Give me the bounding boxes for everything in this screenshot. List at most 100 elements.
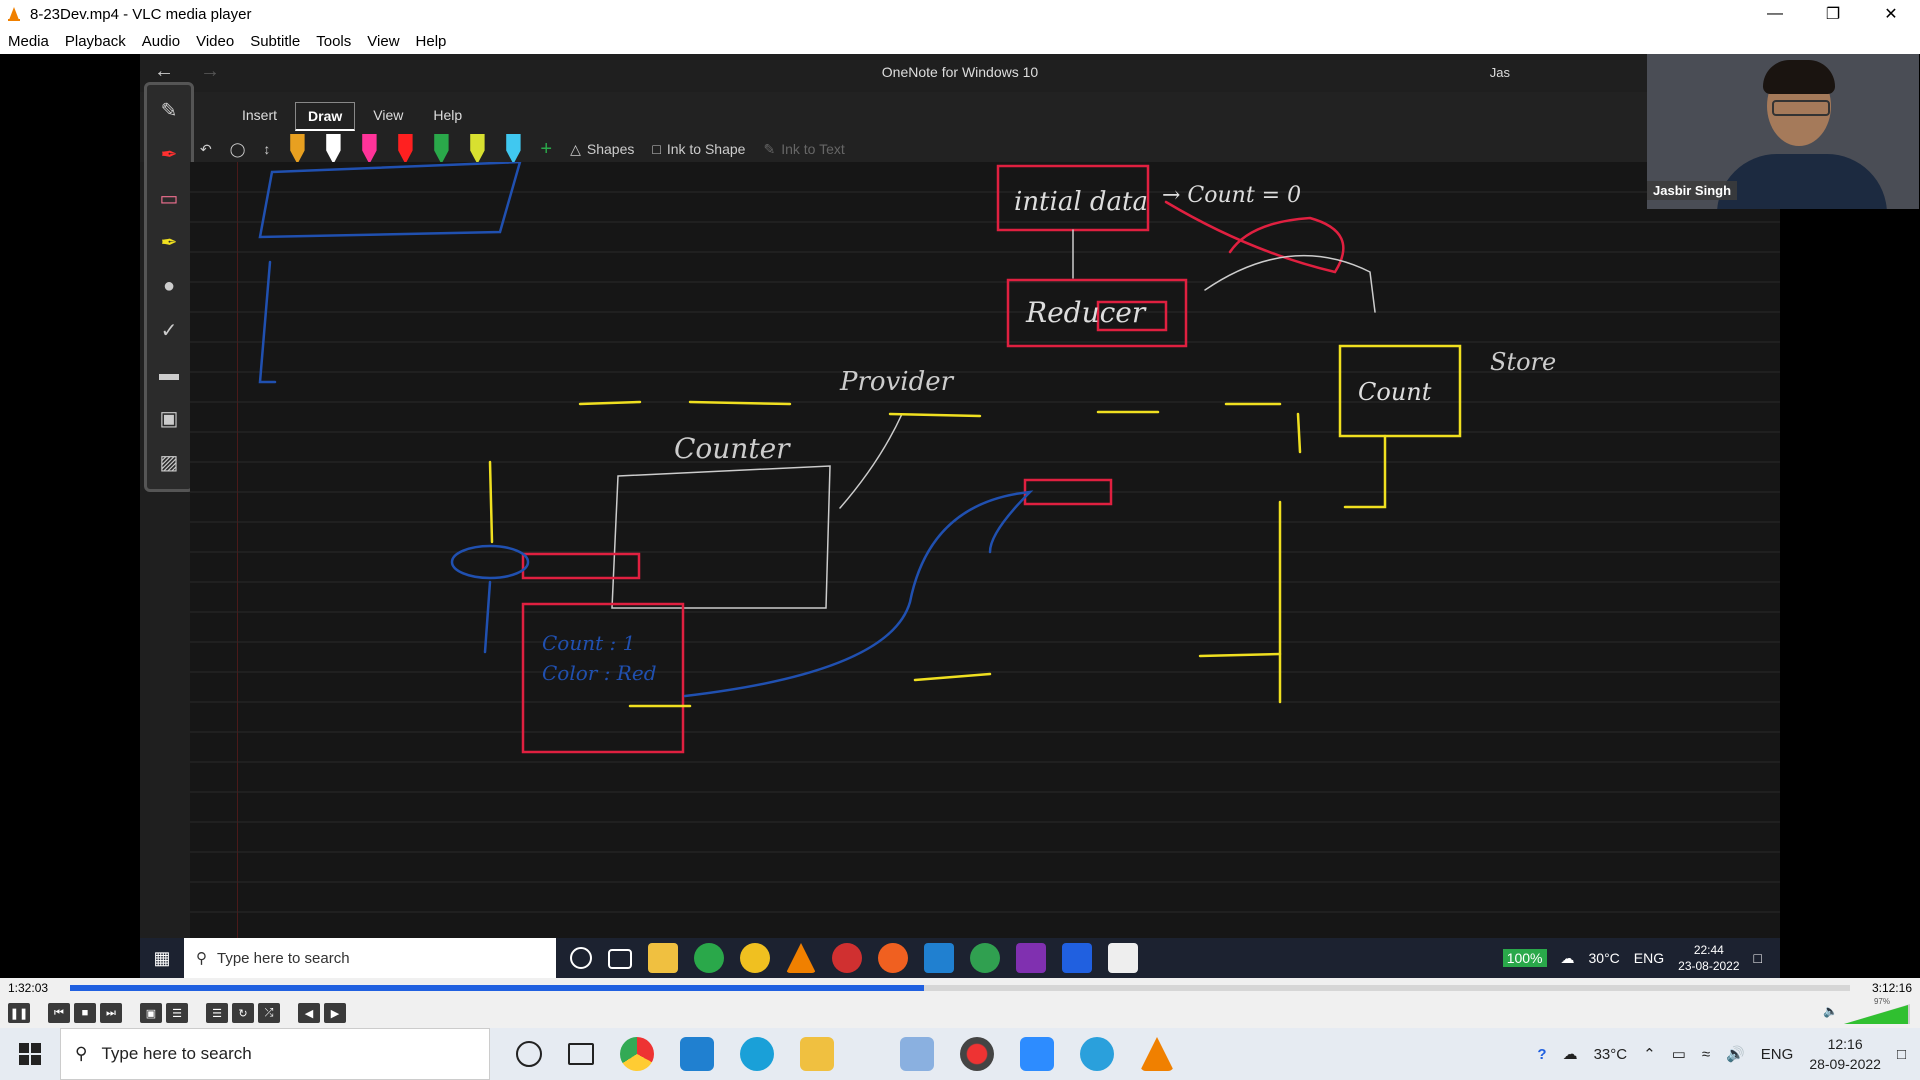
chrome-icon[interactable] — [620, 1037, 654, 1071]
menu-subtitle[interactable]: Subtitle — [242, 33, 308, 50]
presenter-name: Jasbir Singh — [1647, 181, 1738, 200]
file-explorer-icon[interactable] — [800, 1037, 834, 1071]
recorded-temp: 30°C — [1588, 950, 1620, 966]
previous-button[interactable]: ⏮ — [48, 1003, 70, 1023]
menu-media[interactable]: Media — [0, 33, 57, 50]
vlc-title-bar: 8-23Dev.mp4 - VLC media player — ❐ ✕ — [0, 0, 1920, 28]
cortana-icon[interactable] — [516, 1041, 542, 1067]
undo-icon: ↶ — [200, 140, 212, 157]
clock-time: 12:16 — [1827, 1036, 1863, 1052]
volume-icon[interactable]: 🔊 — [1726, 1045, 1745, 1063]
recorded-app-green-icon — [970, 943, 1000, 973]
menu-tools[interactable]: Tools — [308, 33, 359, 50]
recorded-windows-start-icon: ▦ — [153, 947, 171, 968]
canvas-label-store: Store — [1490, 348, 1556, 376]
record-icon[interactable] — [960, 1037, 994, 1071]
close-button[interactable]: ✕ — [1862, 0, 1920, 28]
tab-draw: Draw — [295, 102, 356, 131]
help-icon[interactable]: ? — [1537, 1046, 1546, 1063]
pen-toolbar: ✎ ✒ ▭ ✒ ● ✓ ▬ ▣ ▨ — [144, 82, 194, 492]
recorded-chrome-icon — [832, 943, 862, 973]
canvas-label-reducer: Reducer — [1025, 296, 1147, 329]
app-window-icon[interactable] — [900, 1037, 934, 1071]
vscode-icon[interactable] — [680, 1037, 714, 1071]
desktop-icon: ▨ — [159, 451, 179, 474]
presenter-body — [1717, 154, 1887, 209]
recorded-search-box: ⚲ Type here to search — [184, 938, 556, 978]
recorded-xbox-icon — [694, 943, 724, 973]
menu-help[interactable]: Help — [408, 33, 455, 50]
menu-playback[interactable]: Playback — [57, 33, 134, 50]
recorded-tray: 100% ☁ 30°C ENG 22:44 23-08-2022 □ — [1502, 938, 1762, 978]
canvas-label-count: Count — [1358, 378, 1432, 406]
stop-button[interactable]: ■ — [74, 1003, 96, 1023]
tab-help: Help — [433, 107, 463, 123]
playlist-button[interactable]: ☰ — [206, 1003, 228, 1023]
recorded-app-yellow-icon — [740, 943, 770, 973]
shapes-button: △ Shapes — [570, 141, 634, 158]
extended-settings-button[interactable]: ☰ — [166, 1003, 188, 1023]
lasso-icon: ◯ — [229, 140, 246, 157]
taskbar-apps — [516, 1037, 1174, 1071]
presenter-hair — [1763, 60, 1835, 94]
webcam-overlay: Jasbir Singh — [1647, 54, 1919, 209]
seek-bar[interactable] — [70, 985, 1850, 991]
language[interactable]: ENG — [1761, 1046, 1794, 1063]
recorded-battery: 100% — [1502, 949, 1547, 967]
frame-back-button[interactable]: ◀ — [298, 1003, 320, 1023]
search-icon: ⚲ — [75, 1044, 88, 1063]
menu-video[interactable]: Video — [188, 33, 242, 50]
vlc-taskbar-icon[interactable] — [1140, 1037, 1174, 1071]
pause-button[interactable]: ❚❚ — [8, 1003, 30, 1023]
onenote-window: ← → OneNote for Windows 10 Jas Insert Dr… — [140, 54, 1919, 978]
onenote-title-bar: ← → OneNote for Windows 10 Jas — [140, 54, 1780, 92]
video-frame[interactable]: ← → OneNote for Windows 10 Jas Insert Dr… — [0, 54, 1920, 978]
edge-icon[interactable] — [740, 1037, 774, 1071]
menu-view[interactable]: View — [359, 33, 407, 50]
notification-icon[interactable]: □ — [1897, 1046, 1906, 1063]
recorded-explorer-icon — [648, 943, 678, 973]
frame-forward-button[interactable]: ▶ — [324, 1003, 346, 1023]
recorded-zoom-icon — [1062, 943, 1092, 973]
pointer-icon: ● — [162, 274, 176, 297]
canvas-label-color-red: Color : Red — [542, 661, 657, 685]
recorded-whiteboard-icon — [1108, 943, 1138, 973]
recorded-postman-icon — [878, 943, 908, 973]
ink-canvas: intial data → Count = 0 Reducer Provider… — [190, 162, 1780, 942]
taskbar-search[interactable]: ⚲ Type here to search — [60, 1028, 490, 1080]
loop-button[interactable]: ↻ — [232, 1003, 254, 1023]
minimize-button[interactable]: — — [1746, 0, 1804, 28]
restore-button[interactable]: ❐ — [1804, 0, 1862, 28]
telegram-icon[interactable] — [1080, 1037, 1114, 1071]
clock-date: 28-09-2022 — [1809, 1056, 1881, 1072]
pen-red-icon — [398, 134, 413, 164]
canvas-label-initial-data: intial data — [1014, 187, 1148, 217]
recorded-weather-icon: ☁ — [1560, 949, 1575, 966]
fullscreen-button[interactable]: ▣ — [140, 1003, 162, 1023]
tab-view: View — [373, 107, 404, 123]
task-view-icon[interactable] — [568, 1043, 594, 1065]
menu-audio[interactable]: Audio — [134, 33, 188, 50]
chevron-up-icon[interactable]: ⌃ — [1643, 1045, 1656, 1063]
recorded-search-icon: ⚲ — [196, 950, 207, 967]
zoom-icon[interactable] — [1020, 1037, 1054, 1071]
ink-to-text-button: ✎ Ink to Text — [763, 141, 844, 158]
brush-icon: ✓ — [160, 319, 178, 342]
weather-icon[interactable]: ☁ — [1563, 1045, 1578, 1063]
draw-icon: ✎ — [160, 99, 178, 122]
total-time: 3:12:16 — [1871, 981, 1912, 995]
temperature[interactable]: 33°C — [1594, 1046, 1628, 1063]
next-button[interactable]: ⏭ — [100, 1003, 122, 1023]
battery-icon[interactable]: ▭ — [1672, 1045, 1686, 1063]
wifi-icon[interactable]: ≈ — [1702, 1046, 1710, 1063]
recorded-time: 22:44 — [1693, 943, 1724, 957]
ribbon-tabs: Insert Draw View Help — [230, 102, 474, 131]
eraser-icon: ▭ — [159, 187, 179, 210]
shuffle-button[interactable]: ⤮ — [258, 1003, 280, 1023]
recorded-task-view-icon — [608, 949, 632, 969]
windows-start-button[interactable] — [0, 1043, 60, 1065]
highlighter-blue-icon — [506, 134, 521, 164]
clock[interactable]: 12:16 28-09-2022 — [1809, 1034, 1881, 1074]
draw-tools: ↶ ◯ ↕ + △ Shapes □ Ink to Shape ✎ Ink to Te… — [200, 134, 845, 164]
taskbar: ⚲ Type here to search ? ☁ 33°C ⌃ ▭ ≈ 🔊 E… — [0, 1028, 1920, 1080]
